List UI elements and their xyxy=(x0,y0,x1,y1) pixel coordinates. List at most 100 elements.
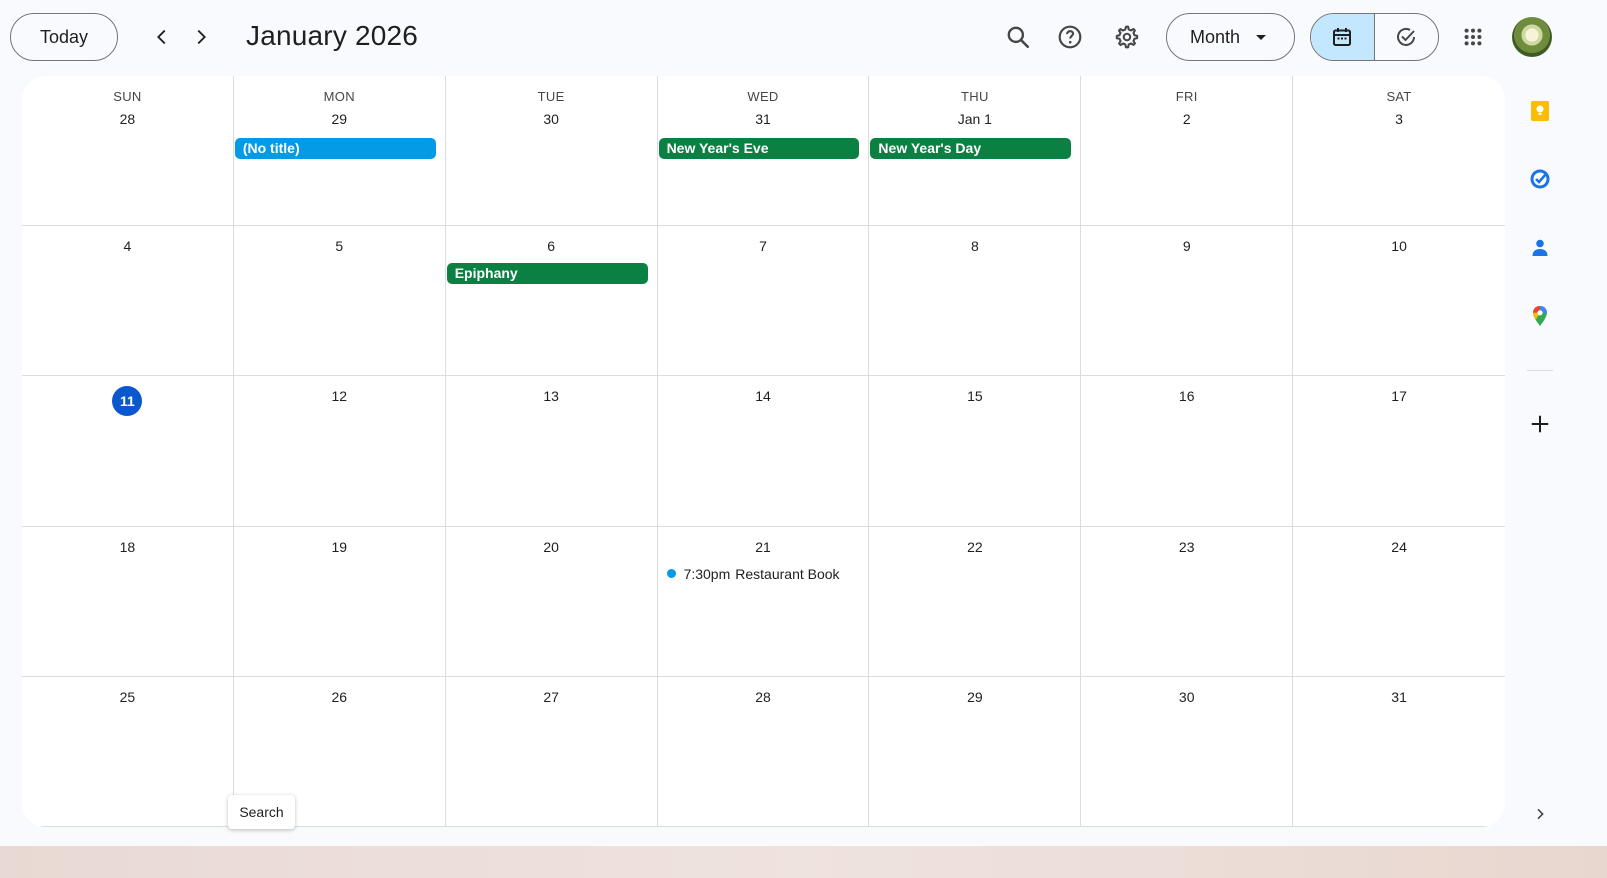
day-number[interactable]: 31 xyxy=(658,109,869,129)
settings-icon xyxy=(1115,25,1139,49)
day-number[interactable]: 27 xyxy=(446,687,657,707)
today-button[interactable]: Today xyxy=(10,13,118,61)
day-number[interactable]: Jan 1 xyxy=(869,109,1080,129)
day-number[interactable]: 18 xyxy=(22,537,233,557)
day-cell[interactable]: WED 31 New Year's Eve xyxy=(657,76,870,227)
event-new-years-eve[interactable]: New Year's Eve xyxy=(658,138,860,159)
view-selector-label: Month xyxy=(1190,26,1241,47)
help-button[interactable] xyxy=(1050,17,1090,57)
day-number[interactable]: 14 xyxy=(658,386,869,406)
day-cell[interactable]: MON 29 (No title) xyxy=(233,76,446,227)
day-number[interactable]: 10 xyxy=(1293,236,1505,256)
day-number[interactable]: 9 xyxy=(1081,236,1292,256)
day-cell[interactable]: 21 7:30pm Restaurant Book xyxy=(657,526,870,677)
day-cell[interactable]: 28 xyxy=(657,676,870,827)
day-number[interactable]: 23 xyxy=(1081,537,1292,557)
add-addon-button[interactable] xyxy=(1527,411,1553,437)
day-cell[interactable]: 27 xyxy=(445,676,658,827)
day-number[interactable]: 16 xyxy=(1081,386,1292,406)
day-cell[interactable]: 9 xyxy=(1081,226,1294,377)
day-number[interactable]: 28 xyxy=(22,109,233,129)
day-number[interactable]: 21 xyxy=(658,537,869,557)
day-number[interactable]: 7 xyxy=(658,236,869,256)
day-cell[interactable]: 31 xyxy=(1293,677,1505,827)
chevron-left-icon xyxy=(157,29,166,45)
today-day-number[interactable]: 11 xyxy=(112,386,143,417)
day-number[interactable]: 29 xyxy=(869,687,1080,707)
month-grid: SUN 28 MON 29 (No title) TUE 30 WED 31 N… xyxy=(22,76,1505,827)
day-number[interactable]: 25 xyxy=(22,687,233,707)
day-cell[interactable]: 19 xyxy=(233,526,446,677)
day-number[interactable]: 24 xyxy=(1293,537,1505,557)
day-cell[interactable]: 20 xyxy=(445,526,658,677)
day-cell[interactable]: 12 xyxy=(233,376,446,527)
event-new-years-day[interactable]: New Year's Day xyxy=(870,138,1072,159)
day-number[interactable]: 13 xyxy=(446,386,657,406)
day-number[interactable]: 29 xyxy=(234,109,445,129)
tasks-view-toggle[interactable] xyxy=(1375,14,1439,60)
day-number[interactable]: 15 xyxy=(869,386,1080,406)
search-icon xyxy=(1007,26,1030,49)
day-cell[interactable]: 24 xyxy=(1293,527,1505,677)
day-number[interactable]: 4 xyxy=(22,236,233,256)
day-cell[interactable]: 29 xyxy=(869,676,1082,827)
event-restaurant-book[interactable]: 7:30pm Restaurant Book xyxy=(666,564,865,584)
day-cell[interactable]: 5 xyxy=(233,226,446,377)
calendar-view-toggle[interactable] xyxy=(1311,14,1375,60)
day-cell[interactable]: 22 xyxy=(869,526,1082,677)
day-cell[interactable]: 18 xyxy=(22,526,234,677)
tasks-button[interactable] xyxy=(1527,166,1553,192)
day-cell[interactable]: 16 xyxy=(1081,376,1294,527)
day-number[interactable]: 17 xyxy=(1293,386,1505,406)
previous-month-button[interactable] xyxy=(142,17,182,57)
day-number[interactable]: 26 xyxy=(234,687,445,707)
day-number[interactable]: 12 xyxy=(234,386,445,406)
day-cell[interactable]: 11 xyxy=(22,376,234,527)
day-cell[interactable]: 23 xyxy=(1081,526,1294,677)
day-cell[interactable]: 8 xyxy=(869,226,1082,377)
day-number[interactable]: 2 xyxy=(1081,109,1292,129)
day-cell[interactable]: SAT 3 xyxy=(1293,76,1505,227)
day-cell[interactable]: 6 Epiphany xyxy=(445,226,658,377)
day-cell[interactable]: 25 xyxy=(22,676,234,827)
day-number[interactable]: 19 xyxy=(234,537,445,557)
day-cell[interactable]: SUN 28 xyxy=(22,76,234,227)
day-cell[interactable]: 13 xyxy=(445,376,658,527)
event-no-title[interactable]: (No title) xyxy=(234,138,436,159)
day-cell[interactable]: TUE 30 xyxy=(445,76,658,227)
day-cell[interactable]: 17 xyxy=(1293,376,1505,527)
top-bar: Today January 2026 Month xyxy=(0,0,1607,74)
day-number[interactable]: 28 xyxy=(658,687,869,707)
account-avatar[interactable] xyxy=(1512,17,1552,57)
maps-button[interactable] xyxy=(1527,303,1553,329)
day-cell[interactable]: 4 xyxy=(22,226,234,377)
day-cell[interactable]: FRI 2 xyxy=(1081,76,1294,227)
day-cell[interactable]: 30 xyxy=(1081,676,1294,827)
day-number[interactable]: 30 xyxy=(1081,687,1292,707)
day-number[interactable]: 30 xyxy=(446,109,657,129)
contacts-button[interactable] xyxy=(1527,235,1553,261)
keep-button[interactable] xyxy=(1527,98,1553,124)
day-cell[interactable]: 10 xyxy=(1293,226,1505,377)
next-month-button[interactable] xyxy=(181,17,221,57)
day-number[interactable]: 6 xyxy=(446,236,657,256)
apps-launcher-button[interactable] xyxy=(1455,19,1491,55)
view-selector-dropdown[interactable]: Month xyxy=(1166,13,1295,61)
search-button[interactable] xyxy=(998,17,1038,57)
event-time: 7:30pm xyxy=(683,565,731,582)
settings-button[interactable] xyxy=(1106,17,1146,57)
day-number[interactable]: 20 xyxy=(446,537,657,557)
contacts-icon xyxy=(1532,239,1548,256)
day-cell[interactable]: 14 xyxy=(657,376,870,527)
day-cell[interactable]: 7 xyxy=(657,226,870,377)
month-title: January 2026 xyxy=(246,20,419,51)
day-cell[interactable]: THU Jan 1 New Year's Day xyxy=(869,76,1082,227)
day-number[interactable]: 3 xyxy=(1293,109,1505,129)
side-panel-collapse-button[interactable] xyxy=(1528,802,1552,826)
day-number[interactable]: 5 xyxy=(234,236,445,256)
event-epiphany[interactable]: Epiphany xyxy=(446,263,648,285)
day-number[interactable]: 31 xyxy=(1293,687,1505,707)
day-number[interactable]: 22 xyxy=(869,537,1080,557)
day-number[interactable]: 8 xyxy=(869,236,1080,256)
day-cell[interactable]: 15 xyxy=(869,376,1082,527)
